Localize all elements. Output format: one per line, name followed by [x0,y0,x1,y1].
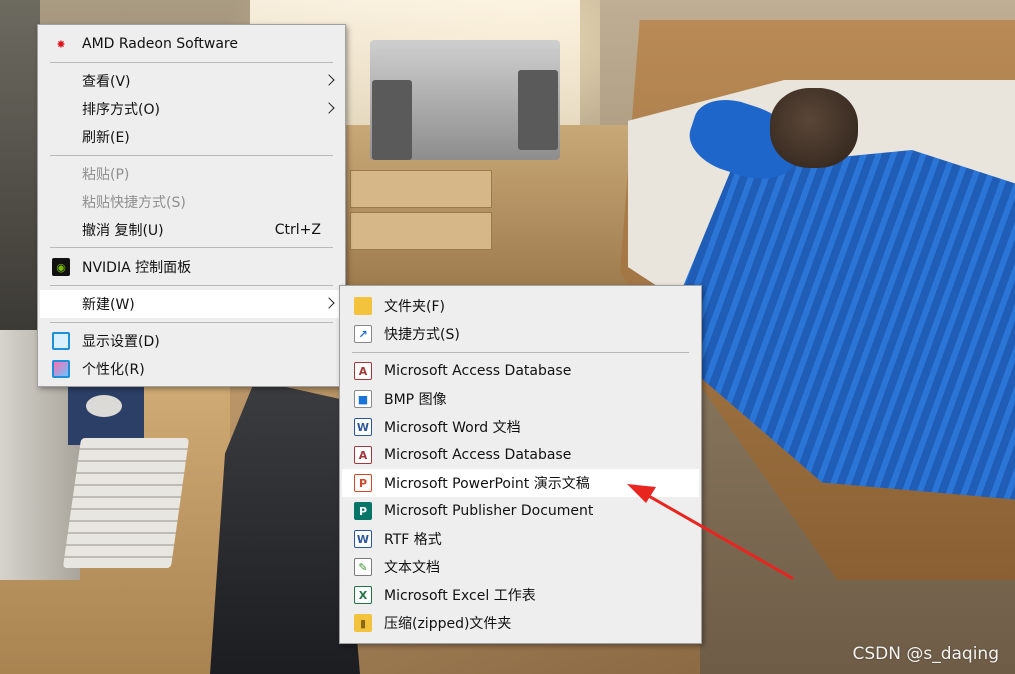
submenu-item-publisher[interactable]: P Microsoft Publisher Document [342,497,699,525]
menu-separator [50,247,333,248]
menu-item-undo-copy[interactable]: 撤消 复制(U) Ctrl+Z [40,216,343,244]
menu-item-label: Microsoft Access Database [384,363,572,379]
menu-item-label: 个性化(R) [82,362,145,378]
excel-icon: X [354,586,372,604]
menu-item-personalize[interactable]: 个性化(R) [40,355,343,383]
submenu-item-excel[interactable]: X Microsoft Excel 工作表 [342,581,699,609]
submenu-item-text-document[interactable]: ✎ 文本文档 [342,553,699,581]
shelf-drawer [350,212,492,250]
personalize-icon [52,360,70,378]
menu-item-view[interactable]: 查看(V) [40,67,343,95]
toy-shelf [0,0,40,330]
chevron-right-icon [323,102,335,114]
new-submenu: 文件夹(F) ↗ 快捷方式(S) A Microsoft Access Data… [339,285,702,644]
bmp-image-icon: ■ [354,390,372,408]
menu-separator [50,155,333,156]
menu-item-new[interactable]: 新建(W) [40,290,343,318]
menu-item-display-settings[interactable]: 显示设置(D) [40,327,343,355]
speaker [518,70,558,150]
rtf-icon: W [354,530,372,548]
nvidia-icon: ◉ [52,258,70,276]
desktop-context-menu: ✸ AMD Radeon Software 查看(V) 排序方式(O) 刷新(E… [37,24,346,387]
menu-item-label: 压缩(zipped)文件夹 [384,616,512,632]
menu-item-label: 快捷方式(S) [384,327,460,343]
display-settings-icon [52,332,70,350]
watermark: CSDN @s_daqing [852,644,999,664]
submenu-item-folder[interactable]: 文件夹(F) [342,292,699,320]
menu-item-nvidia-control-panel[interactable]: ◉ NVIDIA 控制面板 [40,253,343,281]
access-icon: A [354,362,372,380]
word-icon: W [354,418,372,436]
chevron-right-icon [323,74,335,86]
zip-folder-icon: ▮ [354,614,372,632]
menu-item-label: 刷新(E) [82,130,130,146]
shortcut-label: Ctrl+Z [274,222,321,238]
keyboard [62,438,190,568]
sleeping-figure [770,88,858,168]
menu-item-label: Microsoft Excel 工作表 [384,588,536,604]
menu-separator [50,62,333,63]
submenu-item-zip-folder[interactable]: ▮ 压缩(zipped)文件夹 [342,609,699,637]
submenu-item-rtf[interactable]: W RTF 格式 [342,525,699,553]
menu-item-label: 粘贴(P) [82,167,130,183]
shelf-drawer [350,170,492,208]
chevron-right-icon [323,297,335,309]
menu-item-label: 查看(V) [82,74,131,90]
menu-separator [50,285,333,286]
menu-item-refresh[interactable]: 刷新(E) [40,123,343,151]
menu-item-label: Microsoft Word 文档 [384,420,521,436]
menu-item-label: 文件夹(F) [384,299,445,315]
speaker [372,80,412,160]
publisher-icon: P [354,502,372,520]
menu-item-label: 显示设置(D) [82,334,160,350]
menu-separator [50,322,333,323]
menu-item-label: RTF 格式 [384,532,442,548]
menu-separator [352,352,689,353]
submenu-item-shortcut[interactable]: ↗ 快捷方式(S) [342,320,699,348]
submenu-item-powerpoint[interactable]: P Microsoft PowerPoint 演示文稿 [342,469,699,497]
shortcut-icon: ↗ [354,325,372,343]
menu-item-sort-by[interactable]: 排序方式(O) [40,95,343,123]
submenu-item-word-document[interactable]: W Microsoft Word 文档 [342,413,699,441]
menu-item-label: BMP 图像 [384,392,447,408]
menu-item-label: AMD Radeon Software [82,36,238,52]
folder-icon [354,297,372,315]
menu-item-label: Microsoft Access Database [384,447,572,463]
amd-radeon-icon: ✸ [56,37,66,51]
menu-item-paste[interactable]: 粘贴(P) [40,160,343,188]
text-document-icon: ✎ [354,558,372,576]
menu-item-label: Microsoft PowerPoint 演示文稿 [384,476,590,492]
menu-item-label: Microsoft Publisher Document [384,503,594,519]
menu-item-label: 排序方式(O) [82,102,160,118]
powerpoint-icon: P [354,474,372,492]
submenu-item-access-database[interactable]: A Microsoft Access Database [342,357,699,385]
menu-item-paste-shortcut[interactable]: 粘贴快捷方式(S) [40,188,343,216]
menu-item-label: NVIDIA 控制面板 [82,260,192,276]
submenu-item-bmp-image[interactable]: ■ BMP 图像 [342,385,699,413]
menu-item-amd-radeon[interactable]: ✸ AMD Radeon Software [40,30,343,58]
menu-item-label: 撤消 复制(U) [82,223,164,239]
submenu-item-access-database-2[interactable]: A Microsoft Access Database [342,441,699,469]
access-icon: A [354,446,372,464]
menu-item-label: 粘贴快捷方式(S) [82,195,186,211]
menu-item-label: 新建(W) [82,297,135,313]
computer-mouse [86,395,122,417]
menu-item-label: 文本文档 [384,560,440,576]
